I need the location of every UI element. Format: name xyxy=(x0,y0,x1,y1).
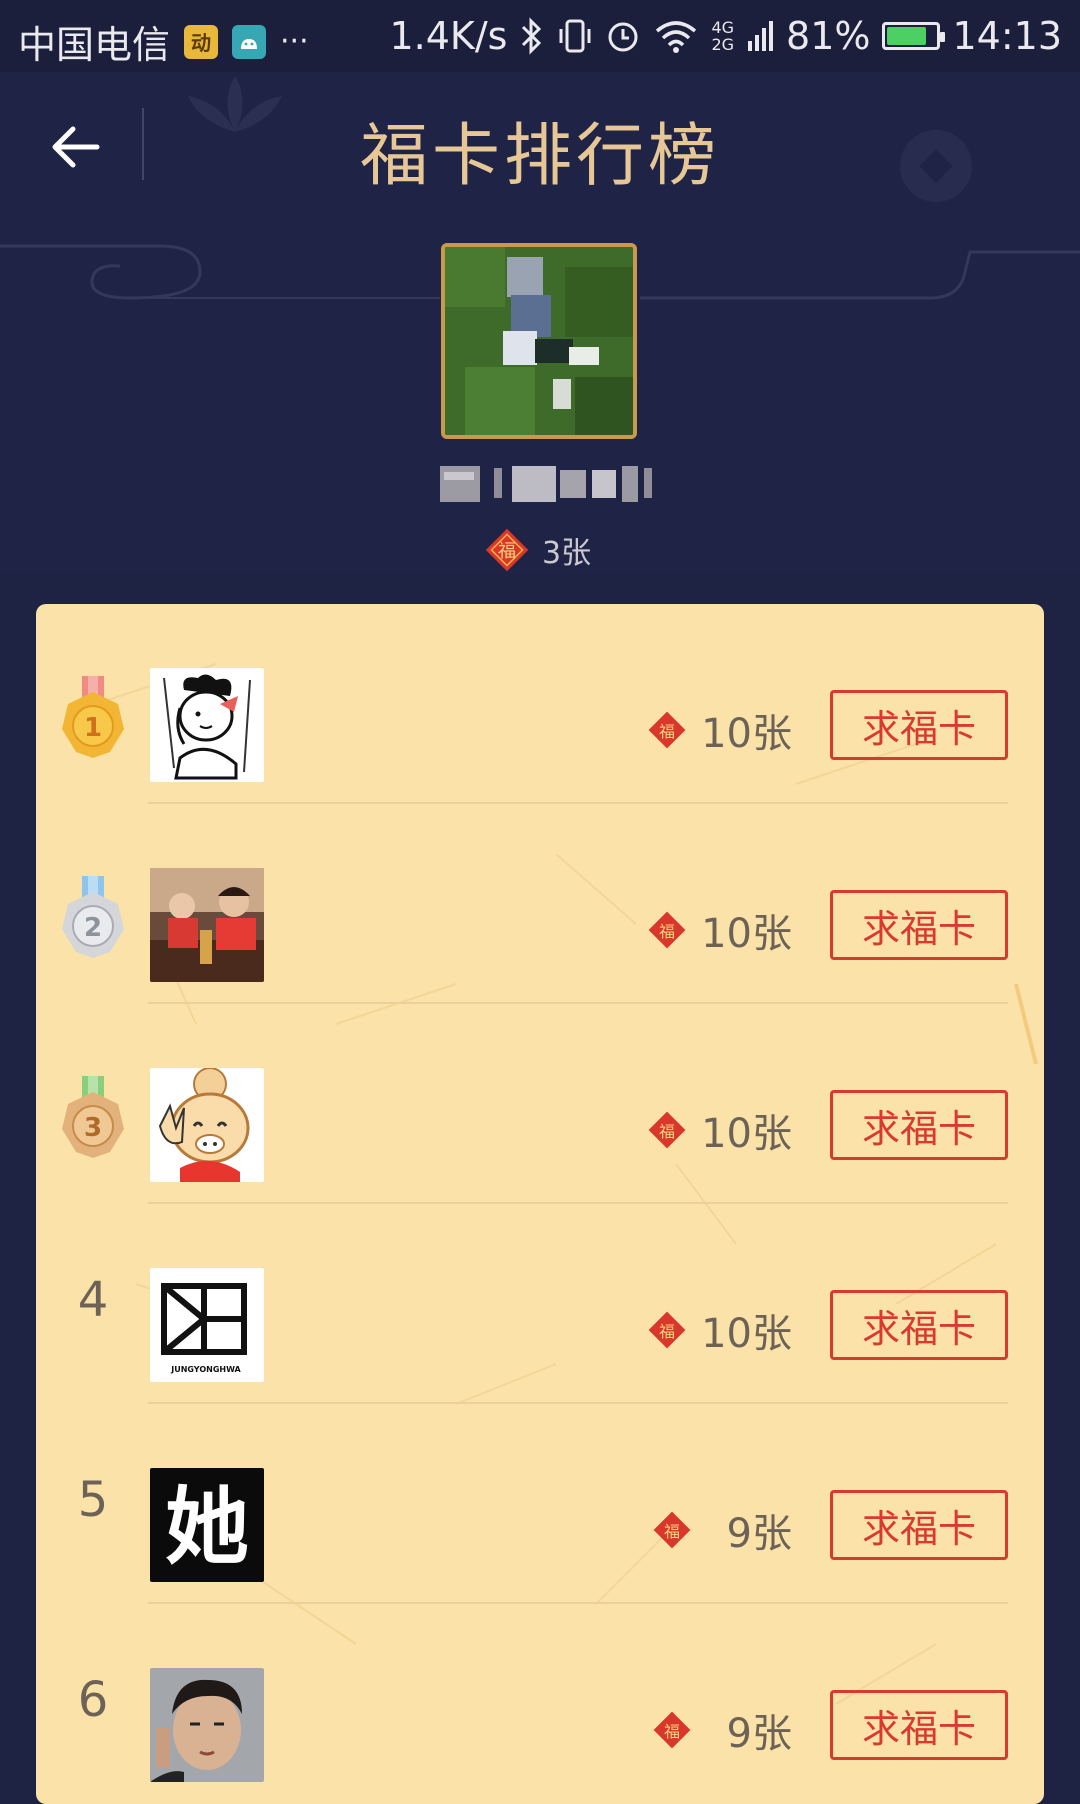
rank-row-4: 4 JUNGYONGHWA 福 10张 求福卡 xyxy=(36,1204,1044,1404)
rank-1-avatar[interactable] xyxy=(150,668,264,782)
ask-card-button-2[interactable]: 求福卡 xyxy=(830,890,1008,960)
status-bar: 中国电信 动 ··· 1.4K/s 4G 2G 81% 14:13 xyxy=(0,0,1080,72)
battery-percent: 81% xyxy=(786,14,871,58)
ask-card-button-5[interactable]: 求福卡 xyxy=(830,1490,1008,1560)
network-speed: 1.4K/s xyxy=(389,14,508,58)
svg-text:2: 2 xyxy=(84,913,102,943)
svg-text:1: 1 xyxy=(84,713,102,743)
fu-card-icon: 福 xyxy=(648,1111,686,1149)
rank-4-avatar-image: JUNGYONGHWA xyxy=(150,1268,264,1382)
carrier-name: 中国电信 xyxy=(18,23,171,67)
rank-1-count-text: 10张 xyxy=(701,711,792,757)
coin-decoration xyxy=(900,130,972,202)
svg-text:她: 她 xyxy=(165,1478,249,1576)
rank-4-number: 4 xyxy=(77,1272,109,1328)
rank-2-count-text: 10张 xyxy=(701,911,792,957)
bronze-medal-icon: 3 xyxy=(62,1076,124,1158)
battery-level xyxy=(887,27,927,45)
more-notifications-icon: ··· xyxy=(280,24,309,59)
battery-icon xyxy=(882,22,946,50)
rank-3-avatar[interactable] xyxy=(150,1068,264,1182)
ask-card-button-6[interactable]: 求福卡 xyxy=(830,1690,1008,1760)
svg-text:福: 福 xyxy=(659,1322,675,1341)
svg-text:JUNGYONGHWA: JUNGYONGHWA xyxy=(170,1365,241,1374)
silver-medal-icon: 2 xyxy=(62,876,124,958)
user-avatar-photo xyxy=(445,247,633,435)
svg-text:福: 福 xyxy=(664,1522,680,1541)
rank-row-5: 5 她 福 9张 求福卡 xyxy=(36,1404,1044,1604)
rank-3-count: 福 10张 xyxy=(645,1100,792,1160)
svg-text:福: 福 xyxy=(659,922,675,941)
rank-row-3: 3 福 10张 求福卡 xyxy=(36,1004,1044,1204)
rank-5-avatar[interactable]: 她 xyxy=(150,1468,264,1582)
svg-text:福: 福 xyxy=(498,541,516,562)
svg-text:福: 福 xyxy=(664,1722,680,1741)
rank-3-avatar-image xyxy=(150,1068,264,1182)
fu-card-icon: 福 xyxy=(648,911,686,949)
rank-6-avatar[interactable] xyxy=(150,1668,264,1782)
rank-2-avatar[interactable] xyxy=(150,868,264,982)
rank-5-number: 5 xyxy=(77,1472,109,1528)
network-type-icon: 4G 2G xyxy=(711,18,735,54)
svg-text:3: 3 xyxy=(84,1113,102,1143)
user-name-pixelated xyxy=(440,466,652,502)
ask-card-button-3[interactable]: 求福卡 xyxy=(830,1090,1008,1160)
rank-1-count: 福 10张 xyxy=(645,700,792,760)
rank-5-count-text: 9张 xyxy=(726,1511,792,1557)
ask-card-button-1[interactable]: 求福卡 xyxy=(830,690,1008,760)
fu-card-icon: 福 xyxy=(648,1311,686,1349)
rank-6-number: 6 xyxy=(77,1672,109,1728)
rank-3-count-text: 10张 xyxy=(701,1111,792,1157)
rank-6-count-text: 9张 xyxy=(726,1711,792,1757)
user-avatar[interactable] xyxy=(441,243,637,439)
signal-icon xyxy=(746,17,774,55)
rank-row-1: 1 福 10张 求福卡 xyxy=(36,604,1044,804)
alarm-icon xyxy=(605,17,641,55)
fu-card-icon: 福 xyxy=(648,711,686,749)
bluetooth-icon xyxy=(519,17,545,55)
page-header: 福卡排行榜 福 3张 xyxy=(0,72,1080,572)
clock: 14:13 xyxy=(952,14,1062,58)
fu-card-icon: 福 xyxy=(653,1511,691,1549)
fu-card-icon: 福 xyxy=(485,528,529,572)
rank-4-count-text: 10张 xyxy=(701,1311,792,1357)
svg-text:福: 福 xyxy=(659,1122,675,1141)
rank-2-count: 福 10张 xyxy=(645,900,792,960)
rank-2-avatar-image xyxy=(150,868,264,982)
rank-row-6: 6 福 9张 求福卡 xyxy=(36,1604,1044,1804)
android-notification-icon xyxy=(232,24,267,59)
rank-4-avatar[interactable]: JUNGYONGHWA xyxy=(150,1268,264,1382)
rank-1-avatar-image xyxy=(150,668,264,782)
user-card-count: 福 3张 xyxy=(482,527,591,572)
rank-row-2: 2 福 10张 求福卡 xyxy=(36,804,1044,1004)
app-notification-icon: 动 xyxy=(184,24,219,59)
rank-4-count: 福 10张 xyxy=(645,1300,792,1360)
fu-card-icon: 福 xyxy=(653,1711,691,1749)
rank-5-avatar-image: 她 xyxy=(150,1468,264,1582)
user-card-count-text: 3张 xyxy=(542,536,592,571)
wifi-icon xyxy=(653,17,699,55)
rank-5-count: 福 9张 xyxy=(650,1500,792,1560)
rank-6-avatar-image xyxy=(150,1668,264,1782)
ask-card-button-4[interactable]: 求福卡 xyxy=(830,1290,1008,1360)
ranking-list: 1 福 10张 求福卡 2 福 10张 求福卡 3 福 10张 求福卡 4 JU… xyxy=(36,604,1044,1804)
rank-6-count: 福 9张 xyxy=(650,1700,792,1760)
svg-text:福: 福 xyxy=(659,722,675,741)
gold-medal-icon: 1 xyxy=(62,676,124,758)
vibrate-icon xyxy=(557,17,593,55)
